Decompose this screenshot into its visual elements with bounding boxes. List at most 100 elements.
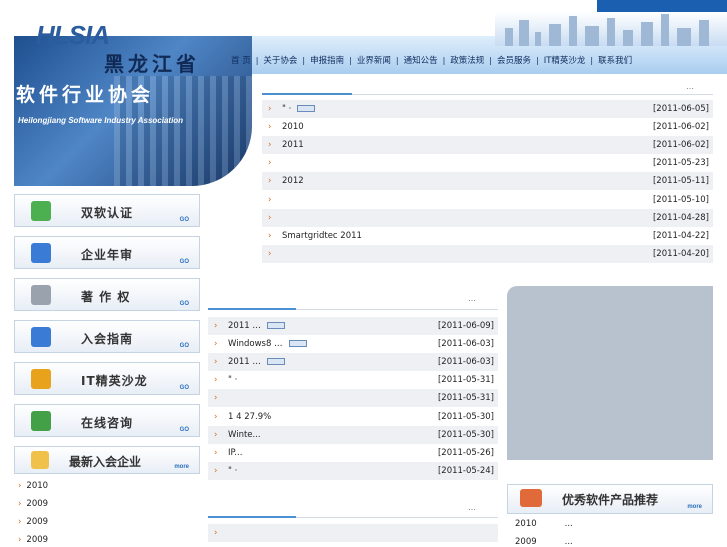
folder-icon: [31, 369, 51, 389]
table-row[interactable]: › 2011 [2011-06-02]: [262, 136, 713, 155]
table-row[interactable]: › 2010 [2011-06-02]: [262, 118, 713, 136]
third-list-more-link[interactable]: …: [468, 503, 476, 512]
software-products-header: 优秀软件产品推荐 more: [507, 484, 713, 514]
sidebar-item[interactable]: 企业年审 GO: [14, 236, 200, 269]
table-row[interactable]: › Windows8 … [2011-06-03]: [208, 335, 498, 353]
arrow-icon: ›: [268, 158, 272, 169]
sidebar-item[interactable]: 在线咨询 GO: [14, 404, 200, 437]
table-row[interactable]: ›: [208, 524, 498, 542]
row-title-text: Winte...: [228, 429, 261, 440]
list-item[interactable]: › 2009: [18, 517, 48, 527]
row-title[interactable]: " ·: [228, 375, 438, 385]
table-row[interactable]: › " · [2011-06-05]: [262, 100, 713, 118]
printer-icon: [31, 285, 51, 305]
nav-item[interactable]: IT精英沙龙: [539, 54, 591, 66]
list-item[interactable]: › 2009: [18, 535, 48, 545]
nav-item[interactable]: 关于协会: [258, 54, 302, 66]
members-icon: [31, 451, 49, 469]
sidebar-item-label: IT精英沙龙: [81, 374, 148, 388]
go-link[interactable]: GO: [180, 343, 189, 349]
list-item[interactable]: › 2009: [18, 499, 48, 509]
logo[interactable]: HLSIA: [30, 14, 130, 54]
list-item-text: 2009: [26, 535, 49, 545]
table-row[interactable]: › [2011-05-23]: [262, 154, 713, 172]
row-title[interactable]: 1 4 27.9%: [228, 412, 438, 422]
main-list-more-link[interactable]: …: [686, 82, 694, 91]
consult-icon: [31, 411, 51, 431]
list-item[interactable]: 2009...: [515, 537, 573, 547]
software-products-panel: 优秀软件产品推荐 more 2010... 2009...: [507, 484, 713, 547]
row-date: [2011-05-31]: [437, 375, 494, 386]
go-link[interactable]: GO: [180, 385, 189, 391]
software-products-more-link[interactable]: more: [687, 504, 702, 510]
product-icon: [520, 489, 542, 507]
row-title-text: IP...: [228, 447, 243, 458]
go-link[interactable]: GO: [180, 217, 189, 223]
sidebar-item[interactable]: 著 作 权 GO: [14, 278, 200, 311]
list-item-text: 2010: [26, 481, 49, 491]
go-link[interactable]: GO: [180, 301, 189, 307]
nav-item[interactable]: 首 页: [226, 54, 256, 66]
table-row[interactable]: › 2011 … [2011-06-09]: [208, 317, 498, 335]
table-row[interactable]: › [2011-05-31]: [208, 389, 498, 408]
arrow-icon: ›: [268, 230, 272, 241]
sidebar-item-label: 著 作 权: [81, 290, 131, 304]
row-title[interactable]: " ·: [228, 466, 438, 476]
row-title[interactable]: 2011: [282, 140, 653, 150]
table-row[interactable]: › Smartgridtec 2011 [2011-04-22]: [262, 227, 713, 245]
row-title[interactable]: " ·: [282, 104, 653, 114]
row-date: [2011-04-28]: [652, 212, 709, 223]
arrow-icon: ›: [214, 429, 218, 440]
nav-item[interactable]: 联系我们: [593, 54, 637, 66]
nav-item[interactable]: 会员服务: [492, 54, 536, 66]
arrow-icon: ›: [268, 194, 272, 205]
go-link[interactable]: GO: [180, 259, 189, 265]
list-item[interactable]: 2010...: [515, 519, 573, 529]
row-date: [2011-05-31]: [437, 393, 494, 404]
nav-item[interactable]: 申报指南: [305, 54, 349, 66]
row-title[interactable]: Smartgridtec 2011: [282, 231, 653, 241]
go-link[interactable]: GO: [180, 427, 189, 433]
arrow-icon: ›: [268, 248, 272, 259]
sidebar-item[interactable]: 双软认证 GO: [14, 194, 200, 227]
row-title[interactable]: IP...: [228, 448, 438, 458]
nav-item[interactable]: 政策法规: [445, 54, 489, 66]
table-row[interactable]: › 1 4 27.9% [2011-05-30]: [208, 408, 498, 426]
row-title-text: " ·: [282, 104, 292, 114]
row-title[interactable]: 2010: [282, 122, 653, 132]
sidebar-item[interactable]: 入会指南 GO: [14, 320, 200, 353]
table-row[interactable]: › 2011 … [2011-06-03]: [208, 353, 498, 372]
row-title[interactable]: Windows8 …: [228, 339, 438, 349]
row-title-text: Smartgridtec 2011: [282, 230, 362, 241]
nav-item[interactable]: 通知公告: [399, 54, 443, 66]
row-date: [2011-06-02]: [652, 122, 709, 133]
table-row[interactable]: › " · [2011-05-24]: [208, 461, 498, 480]
row-date: [2011-06-05]: [652, 104, 709, 114]
nav-item[interactable]: 业界新闻: [352, 54, 396, 66]
sidebar-item[interactable]: IT精英沙龙 GO: [14, 362, 200, 395]
row-title[interactable]: Winte...: [228, 430, 438, 440]
table-row[interactable]: › IP... [2011-05-26]: [208, 444, 498, 462]
table-row[interactable]: › " · [2011-05-31]: [208, 371, 498, 389]
table-row[interactable]: › [2011-04-20]: [262, 244, 713, 263]
row-title[interactable]: 2012: [282, 176, 653, 186]
arrow-icon: ›: [268, 122, 272, 133]
table-row[interactable]: › [2011-04-28]: [262, 208, 713, 227]
row-title-text: 2011 …: [228, 321, 261, 331]
arrow-icon: ›: [214, 357, 218, 368]
row-title[interactable]: 2011 …: [228, 357, 438, 367]
table-row[interactable]: › Winte... [2011-05-30]: [208, 425, 498, 444]
new-members-more-link[interactable]: more: [174, 464, 189, 470]
arrow-icon: ›: [214, 321, 218, 331]
row-date: [2011-06-03]: [437, 357, 494, 368]
table-row[interactable]: › [2011-05-10]: [262, 191, 713, 209]
new-badge-icon: [266, 358, 285, 366]
arrow-icon: ›: [214, 465, 218, 476]
row-date: [2011-05-11]: [652, 176, 709, 187]
row-title[interactable]: 2011 …: [228, 321, 438, 331]
row-date: [2011-05-30]: [437, 411, 494, 422]
list-item[interactable]: › 2010: [18, 481, 48, 491]
table-row[interactable]: › 2012 [2011-05-11]: [262, 172, 713, 191]
arrow-icon: ›: [268, 104, 272, 114]
news-list-more-link[interactable]: …: [468, 294, 476, 303]
